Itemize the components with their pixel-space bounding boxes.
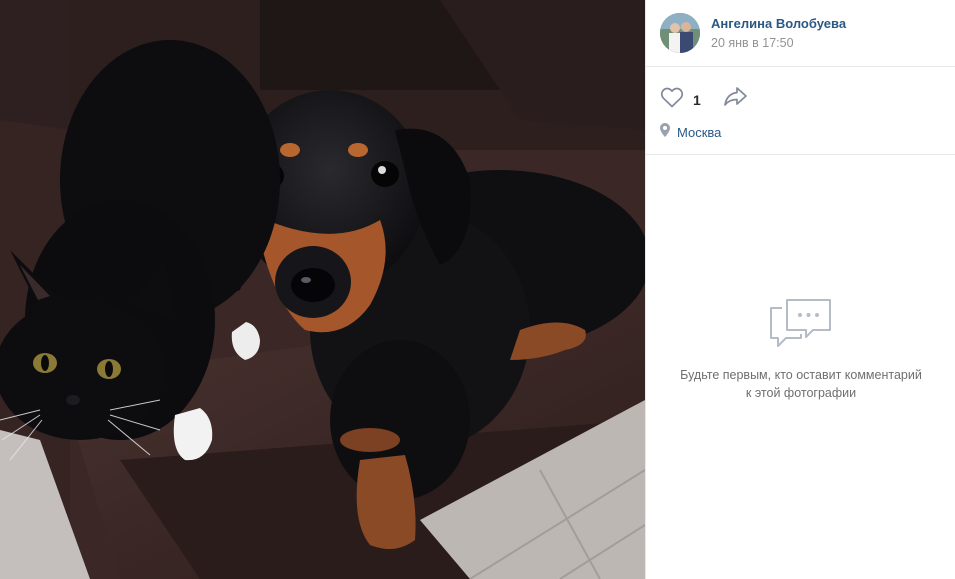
location-name[interactable]: Москва [677,125,721,140]
chat-bubbles-icon [646,290,955,350]
photo-viewer: Ангелина Волобуева 20 янв в 17:50 1 Моск… [0,0,955,579]
map-pin-icon [660,123,670,142]
location[interactable]: Москва [660,123,721,142]
comments-empty-state: Будьте первым, кто оставит комментарий к… [646,290,955,402]
photo-sidebar: Ангелина Волобуева 20 янв в 17:50 1 Моск… [645,0,955,579]
like-count: 1 [693,91,701,108]
author-avatar[interactable] [660,13,700,53]
share-button[interactable] [723,85,749,112]
photo-image [0,0,645,579]
author-header: Ангелина Волобуева 20 янв в 17:50 [646,0,955,67]
heart-icon [660,86,684,113]
share-arrow-icon [723,87,749,111]
actions-bar: 1 Москва [646,67,955,155]
like-button[interactable]: 1 [660,86,701,113]
comments-empty-text: Будьте первым, кто оставит комментарий к… [680,368,922,400]
photo[interactable] [0,0,645,579]
author-name-link[interactable]: Ангелина Волобуева [711,16,846,32]
post-date[interactable]: 20 янв в 17:50 [711,35,846,51]
